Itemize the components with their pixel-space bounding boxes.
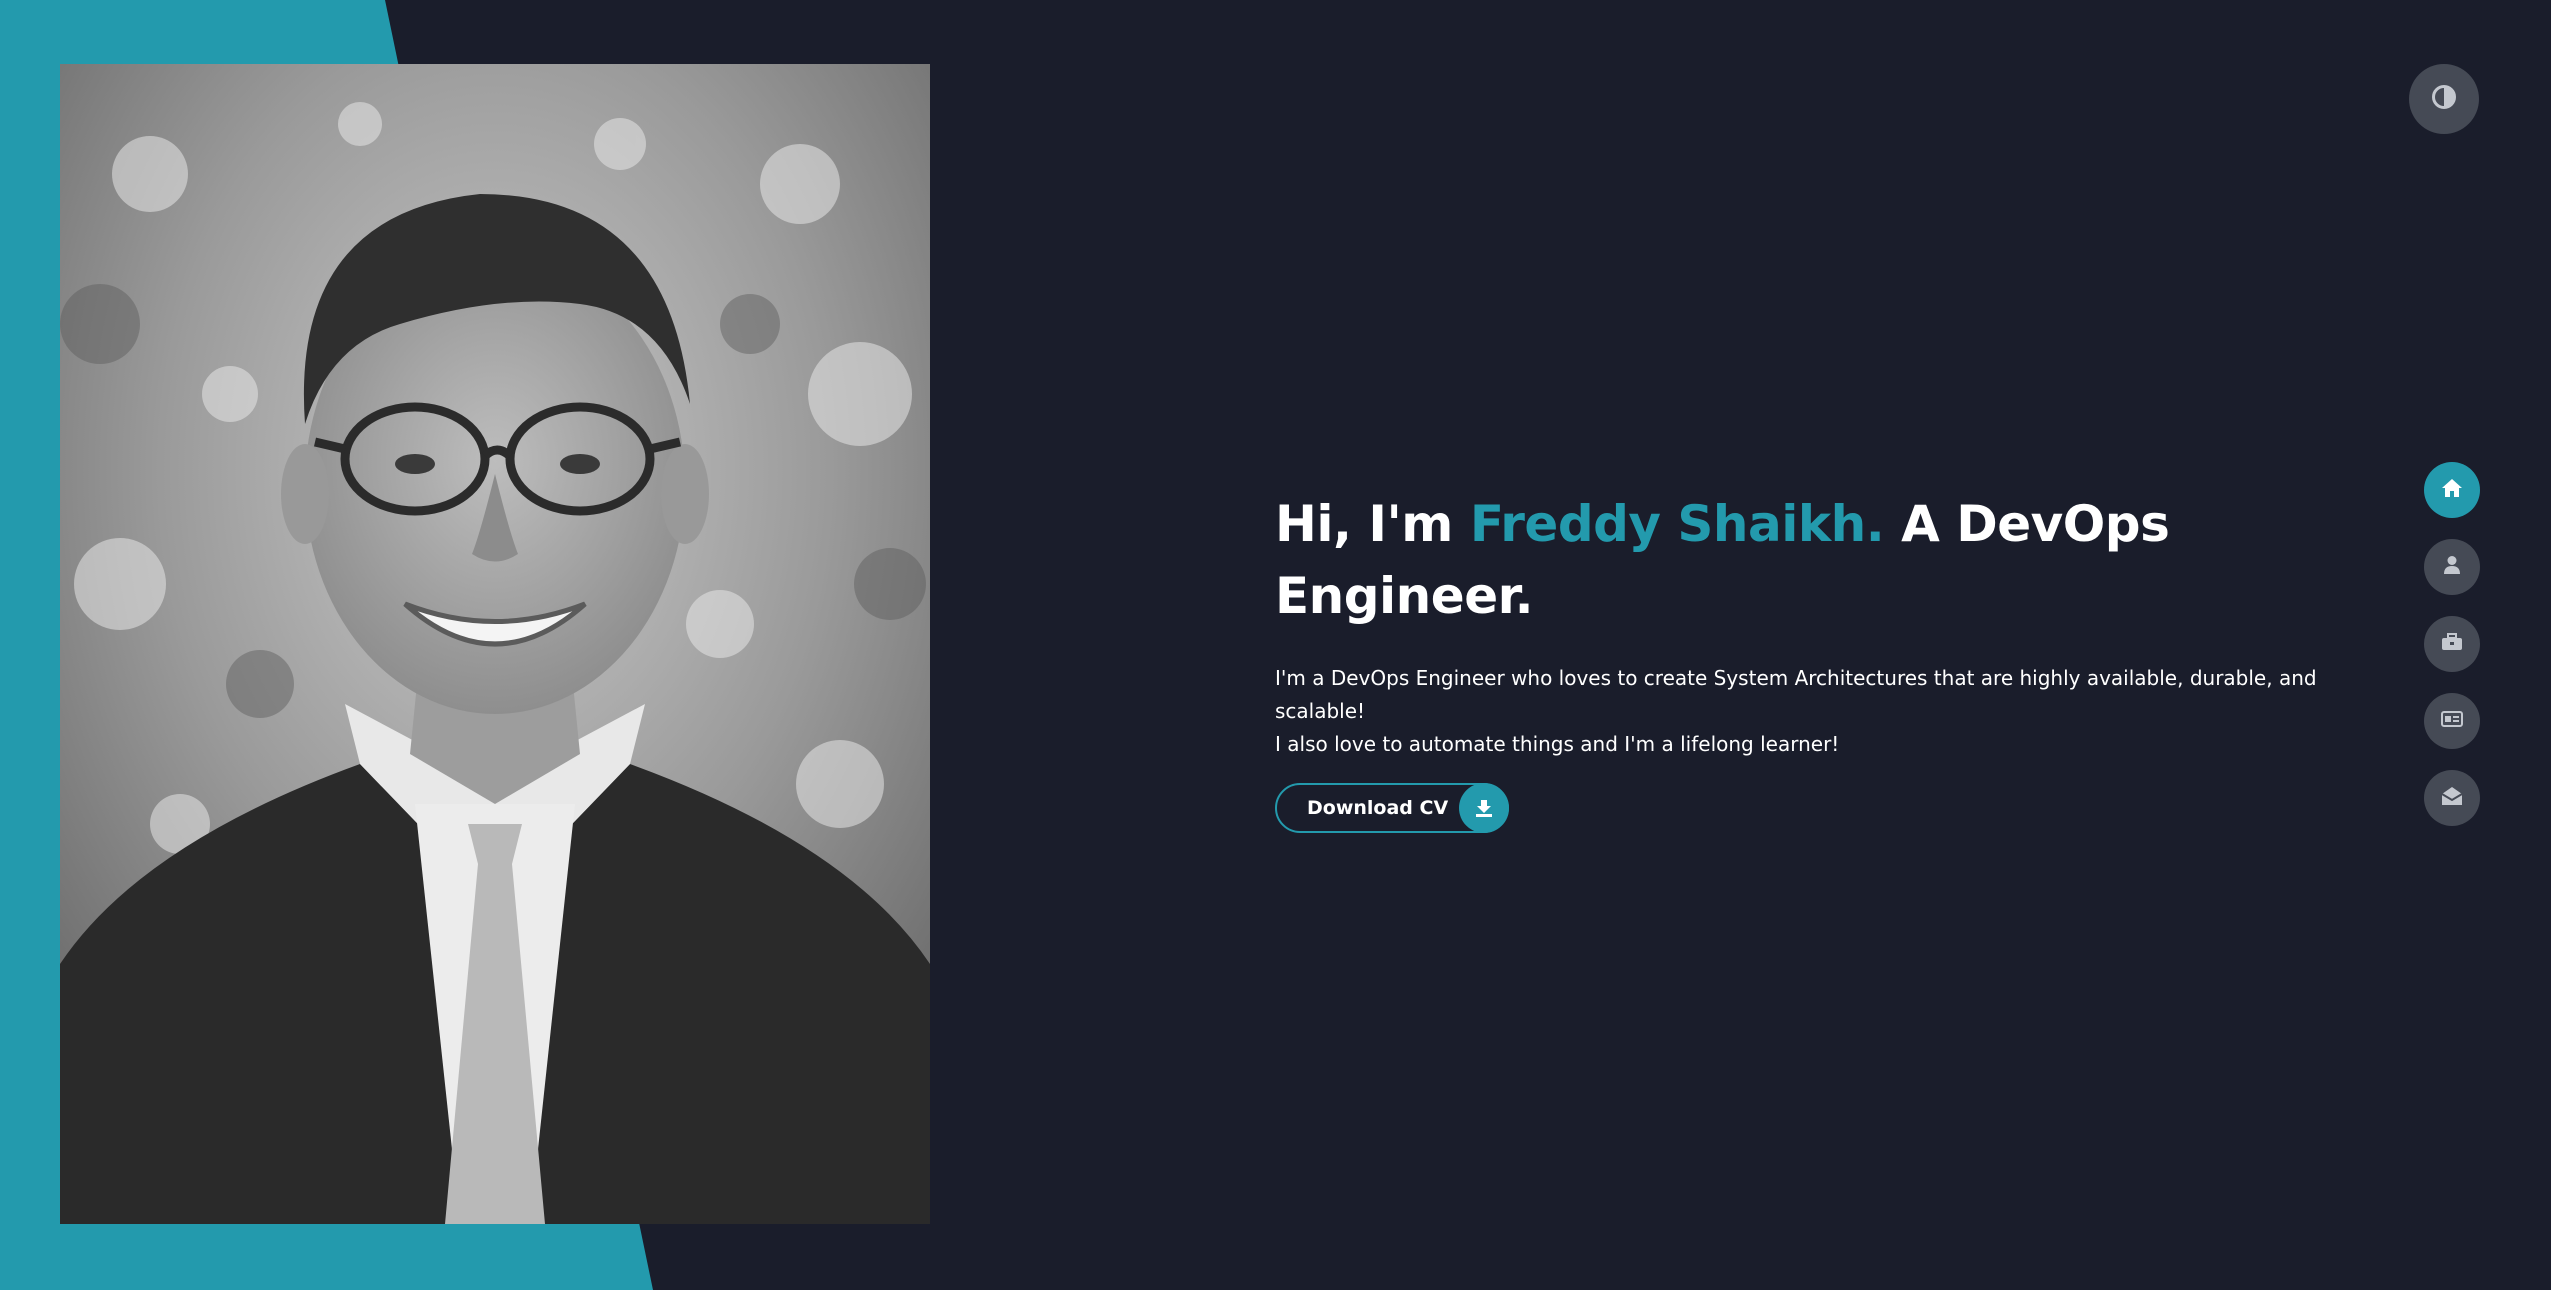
hero-section: Hi, I'm Freddy Shaikh. A DevOps Engineer.… [1275, 488, 2355, 833]
theme-toggle-button[interactable] [2409, 64, 2479, 134]
nav-resume[interactable] [2424, 693, 2480, 749]
nav-portfolio[interactable] [2424, 616, 2480, 672]
envelope-open-icon [2441, 786, 2463, 811]
id-card-icon [2441, 710, 2463, 733]
role-text-line2: Engineer. [1275, 567, 1534, 625]
download-cv-label: Download CV [1307, 797, 1449, 819]
nav-home[interactable] [2424, 462, 2480, 518]
download-cv-button[interactable]: Download CV [1275, 783, 1509, 833]
bio-line: I also love to automate things and I'm a… [1275, 732, 1840, 756]
greeting-text: Hi, I'm [1275, 495, 1470, 553]
nav-contact[interactable] [2424, 770, 2480, 826]
briefcase-icon [2441, 632, 2463, 657]
name-highlight: Freddy Shaikh. [1469, 495, 1885, 553]
download-icon [1459, 783, 1509, 833]
user-icon [2443, 555, 2461, 580]
side-navigation [2424, 462, 2480, 847]
contrast-icon [2431, 84, 2457, 115]
profile-photo [60, 64, 930, 1224]
home-icon [2441, 478, 2463, 503]
nav-about[interactable] [2424, 539, 2480, 595]
bio-line: I'm a DevOps Engineer who loves to creat… [1275, 666, 2317, 723]
hero-bio: I'm a DevOps Engineer who loves to creat… [1275, 662, 2355, 761]
hero-heading: Hi, I'm Freddy Shaikh. A DevOps Engineer. [1275, 488, 2355, 632]
role-text: A DevOps [1884, 495, 2170, 553]
